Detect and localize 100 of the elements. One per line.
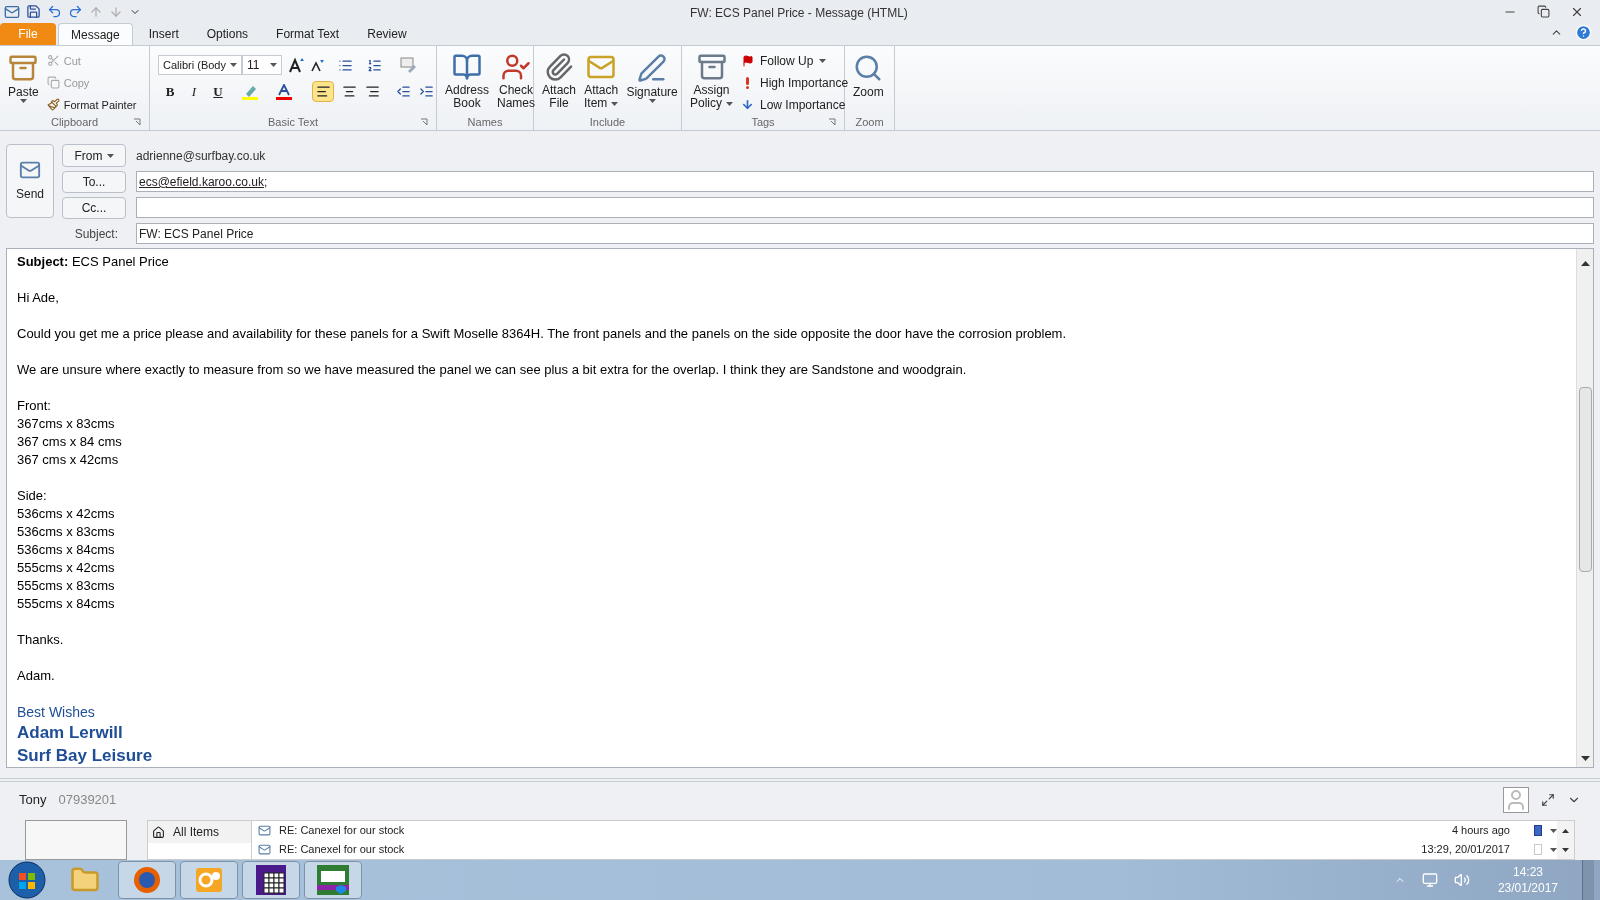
tag-button[interactable]: Follow Up (741, 51, 849, 71)
signature-company: Surf Bay Leisure (17, 745, 154, 767)
recipient-address[interactable]: ecs@efield.karoo.co.uk (139, 172, 264, 191)
align-left-icon (315, 84, 331, 100)
font-size-dropdown[interactable]: 11 (241, 55, 282, 76)
font-name-dropdown[interactable]: Calibri (Body (158, 55, 242, 76)
italic-button[interactable]: I (186, 82, 202, 102)
ribbon-button[interactable]: Address Book (441, 46, 494, 111)
undo-icon[interactable] (47, 4, 62, 20)
body-text: We are unsure where exactly to measure from so we have measured the panel we can see plus a bit extra for the overlap. I think they are Sandstone and woodgrain. (17, 361, 968, 379)
subject-label: Subject: (73, 225, 119, 243)
signature-greeting: Best Wishes (17, 703, 96, 721)
expand-icon[interactable] (1541, 793, 1555, 807)
zoom-button[interactable]: Zoom (849, 46, 888, 111)
cc-button[interactable]: Cc... (62, 196, 126, 219)
ribbon-button[interactable]: Signature (622, 46, 682, 111)
redo-icon[interactable] (68, 4, 83, 20)
scroll-down-arrow-icon[interactable] (1562, 847, 1569, 852)
dropdown-caret-icon (1550, 828, 1557, 833)
contact-phone: 07939201 (58, 791, 117, 810)
body-text: Front: (17, 397, 52, 415)
underline-button[interactable]: U (210, 82, 226, 102)
contact-avatar-icon (1503, 787, 1529, 813)
dialog-launcher-icon[interactable] (828, 118, 836, 127)
scrollbar-thumb[interactable] (1578, 387, 1592, 572)
list-scrollbar[interactable] (1557, 821, 1574, 859)
message-time: 13:29, 20/01/2017 (1421, 842, 1510, 858)
dropdown-caret-icon (106, 153, 114, 158)
home-icon (152, 825, 165, 839)
scroll-down-arrow-icon[interactable] (1580, 755, 1590, 761)
align-left-button[interactable] (312, 81, 334, 103)
dropdown-caret-icon (648, 99, 656, 104)
tag-button[interactable]: High Importance (741, 73, 849, 93)
body-text: 536cms x 42cms (17, 505, 116, 523)
dropdown-caret-icon (19, 99, 27, 104)
scroll-up-arrow-icon[interactable] (1562, 828, 1569, 833)
ribbon-button[interactable]: Attach File (538, 46, 581, 111)
ribbon-tab[interactable]: Message (58, 23, 133, 46)
format-painter-button[interactable]: Format Painter (46, 95, 137, 115)
message-subject[interactable]: RE: Canexel for our stock (279, 822, 405, 839)
dialog-launcher-icon[interactable] (420, 118, 428, 127)
dropdown-caret-icon (269, 63, 277, 68)
body-text: Could you get me a price please and availability for these panels for a Swift Moselle 8364H. The front panels and the panels on the side opposite the door have the corrosion problem. (17, 325, 1068, 343)
save-icon[interactable] (26, 4, 41, 20)
ribbon-button[interactable]: Check Names (493, 46, 540, 111)
group-label: Zoom (855, 115, 884, 131)
shrink-font-icon[interactable] (309, 58, 324, 73)
mail-clock-icon (194, 865, 224, 895)
body-text: 367 cms x 42cms (17, 451, 120, 469)
from-button[interactable]: From (62, 144, 126, 168)
start-orb-icon[interactable] (8, 861, 46, 899)
from-address: adrienne@surfbay.co.uk (136, 147, 266, 165)
restore-icon[interactable] (1537, 5, 1550, 19)
to-button[interactable]: To... (62, 170, 126, 193)
numbered-list-icon[interactable] (366, 57, 382, 73)
subject-field[interactable]: FW: ECS Panel Price (136, 223, 1594, 245)
body-text: Hi Ade, (17, 289, 60, 307)
decrease-indent-icon[interactable] (396, 84, 411, 100)
exclamation-icon (745, 76, 750, 89)
dialog-launcher-icon[interactable] (133, 118, 141, 127)
paste-button[interactable]: Paste (4, 46, 43, 111)
body-text: Side: (17, 487, 48, 505)
font-color-icon[interactable] (276, 83, 292, 100)
ribbon-tab[interactable]: Review (355, 23, 419, 46)
send-button[interactable]: Send (6, 144, 54, 219)
body-text: 367cms x 83cms (17, 415, 116, 433)
body-text: 536cms x 84cms (17, 541, 116, 559)
taskbar-app-button[interactable] (304, 861, 362, 899)
align-right-icon[interactable] (365, 84, 380, 100)
body-text: 367 cms x 84 cms (17, 433, 123, 451)
scroll-up-arrow-icon[interactable] (1580, 260, 1590, 266)
body-text: Adam. (17, 667, 56, 685)
help-icon[interactable] (1575, 24, 1592, 42)
message-subject[interactable]: RE: Canexel for our stock (279, 841, 405, 858)
ribbon-tab[interactable]: Format Text (264, 23, 352, 46)
cc-field[interactable] (136, 197, 1594, 219)
align-center-icon[interactable] (342, 84, 357, 100)
sage-logo-icon (317, 865, 349, 895)
scrollbar[interactable] (1576, 249, 1593, 767)
bullet-list-icon[interactable] (337, 57, 353, 73)
paperclip-icon (544, 52, 574, 83)
browser-globe-icon (132, 865, 162, 895)
ribbon-tab[interactable]: Insert (136, 23, 191, 46)
assign-policy-button[interactable]: Assign Policy (686, 46, 737, 111)
people-pane-nav-item[interactable]: All Items (148, 821, 251, 843)
to-field[interactable]: ecs@efield.karoo.co.uk; (136, 171, 1594, 193)
ribbon-button[interactable]: Attach Item (580, 46, 623, 111)
signature-name: Adam Lerwill (17, 722, 124, 744)
grow-font-icon[interactable] (287, 57, 304, 74)
message-window-icon[interactable] (4, 3, 20, 20)
tag-button[interactable]: Low Importance (741, 95, 849, 115)
dropdown-caret-icon (611, 101, 619, 106)
ribbon-tab[interactable]: Options (194, 23, 261, 46)
body-text: Thanks. (17, 631, 65, 649)
recipient-separator: ; (263, 173, 268, 191)
taskbar-app-button[interactable] (242, 861, 300, 899)
increase-indent-icon[interactable] (419, 84, 434, 100)
dropdown-caret-icon (819, 58, 827, 63)
body-text: 555cms x 83cms (17, 577, 116, 595)
bold-button[interactable]: B (162, 82, 178, 102)
